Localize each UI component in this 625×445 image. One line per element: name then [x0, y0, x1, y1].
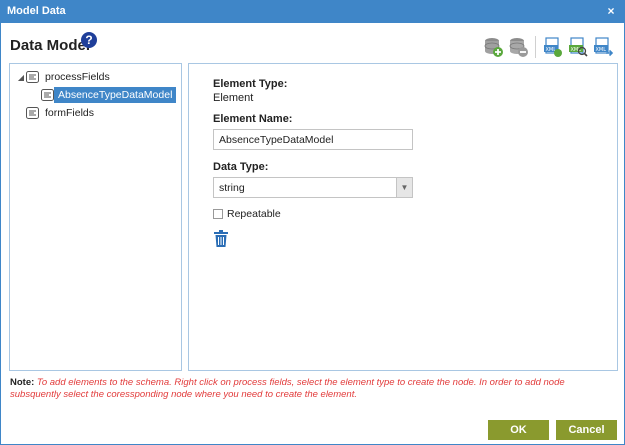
note-label: Note: — [10, 377, 35, 388]
tree-node-label: AbsenceTypeDataModel — [54, 87, 177, 103]
add-database-icon[interactable] — [482, 36, 504, 58]
tree-node-label: processFields — [45, 71, 110, 83]
properties-panel: Element Type: Element Element Name: Data… — [188, 63, 618, 371]
expand-arrow-icon[interactable]: ◢ — [16, 73, 26, 82]
note: Note: To add elements to the schema. Rig… — [10, 377, 616, 401]
data-type-select[interactable]: string ▼ — [213, 177, 413, 198]
element-type-value: Element — [213, 92, 254, 104]
help-icon[interactable]: ? — [81, 32, 97, 48]
import-xml-icon[interactable]: XML — [592, 36, 614, 58]
node-icon — [26, 71, 39, 83]
page-title: Data Model — [10, 37, 91, 54]
close-icon[interactable]: × — [604, 4, 618, 18]
element-type-label: Element Type: — [213, 78, 288, 90]
repeatable-label: Repeatable — [227, 208, 281, 220]
tree-node-label: formFields — [45, 107, 95, 119]
node-icon — [41, 89, 54, 101]
data-type-label: Data Type: — [213, 161, 269, 173]
tree-node-formfields[interactable]: formFields — [26, 104, 94, 122]
tree-panel: ◢ processFields AbsenceTypeDataModel for… — [9, 63, 182, 371]
element-name-label: Element Name: — [213, 113, 293, 125]
remove-database-icon[interactable] — [507, 36, 529, 58]
svg-text:XML: XML — [596, 47, 607, 53]
tree-node-processfields[interactable]: ◢ processFields — [16, 68, 110, 86]
trash-icon[interactable] — [213, 230, 229, 248]
toolbar-separator — [535, 36, 536, 58]
tree-node-absencetypedatamodel[interactable]: AbsenceTypeDataModel — [41, 86, 177, 104]
cancel-button[interactable]: Cancel — [556, 420, 617, 440]
export-xml-icon[interactable]: XML — [542, 36, 564, 58]
ok-button[interactable]: OK — [488, 420, 549, 440]
node-icon — [26, 107, 39, 119]
title-bar: Model Data × — [1, 1, 624, 23]
window-title: Model Data — [7, 5, 66, 17]
toolbar: XML XML XML — [479, 35, 614, 59]
data-type-value: string — [219, 182, 245, 194]
view-xml-icon[interactable]: XML — [567, 36, 589, 58]
note-text: To add elements to the schema. Right cli… — [10, 377, 565, 400]
element-name-input[interactable] — [213, 129, 413, 150]
model-data-dialog: Model Data × Data Model ? XML XML XML ◢ … — [0, 0, 625, 445]
repeatable-checkbox[interactable] — [213, 209, 223, 219]
chevron-down-icon[interactable]: ▼ — [396, 178, 412, 197]
